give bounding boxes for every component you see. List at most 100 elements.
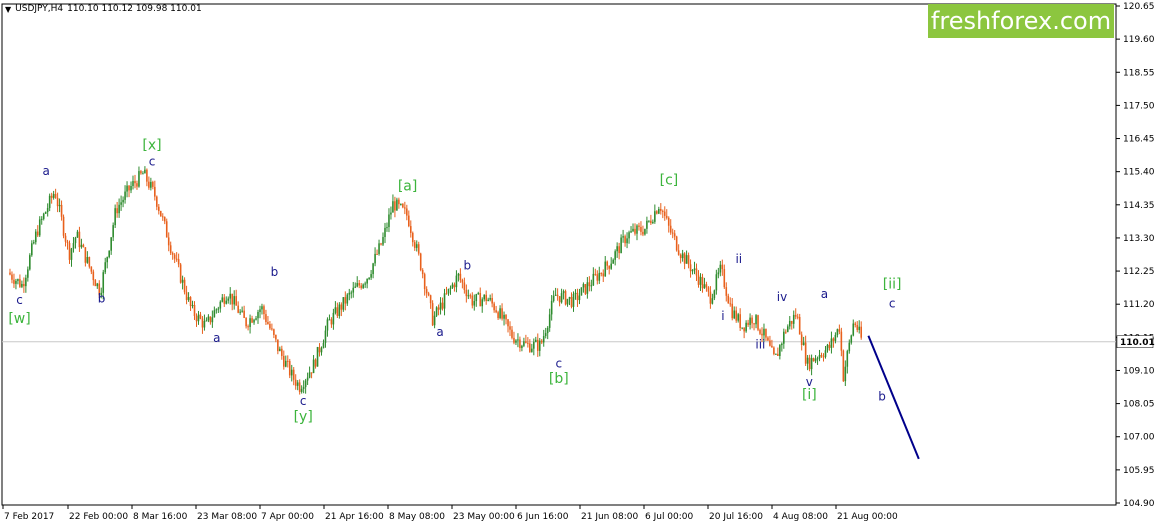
candle-body [820,354,823,357]
candle-body [533,341,535,349]
candle-body [671,232,674,234]
candle-body [455,275,458,288]
candle-body [308,372,311,378]
candle-body [322,342,325,349]
candle-body [816,358,819,360]
candle-body [840,331,843,351]
wave-label: c [149,154,156,168]
candle-body [661,210,664,212]
candle-body [425,289,428,294]
candle-body [602,273,605,277]
candle-body [21,283,23,287]
candle-body [540,340,543,343]
candle-body [810,358,813,370]
candle-body [64,235,67,242]
candle-body [775,353,777,355]
candle-body [13,279,15,284]
candle-body [527,342,529,344]
candle-body [348,292,351,295]
candle-body [429,295,432,304]
candle-body [346,294,349,304]
y-tick-label: 109.10 [1123,366,1155,376]
x-tick-label: 22 Feb 00:00 [69,512,128,522]
candle-body [485,294,487,302]
candle-body [175,258,178,260]
candle-body [828,344,831,348]
candle-body [415,244,418,248]
candle-body [96,283,99,287]
candle-body [154,186,156,197]
candle-body [112,225,114,238]
candle-body [445,293,448,295]
candle-body [50,195,53,198]
candle-body [288,361,291,376]
candle-body [767,337,769,341]
candle-body [279,348,281,352]
candle-body [566,298,569,305]
candle-body [340,304,343,310]
candle-body [769,340,771,346]
candle-body [612,259,614,264]
candle-body [84,247,87,263]
candle-body [336,307,339,316]
candle-body [802,342,805,346]
candle-body [481,299,484,307]
candle-body [370,274,372,278]
candle-body [630,231,632,233]
candle-body [673,233,676,237]
candle-body [417,244,420,254]
candle-body [663,211,666,216]
candle-body [659,209,662,211]
candle-body [463,282,466,290]
candle-body [856,325,859,330]
candle-body [679,254,682,259]
candle-body [253,319,255,323]
candle-body [709,291,712,304]
candle-body [525,341,527,343]
candle-body [185,292,188,300]
candle-body [193,304,196,317]
candle-body [312,359,315,374]
candle-body [159,210,162,217]
candle-body [860,326,862,338]
candle-body [32,242,35,244]
candle-body [300,388,303,392]
candle-body [360,285,362,288]
candle-body [411,232,414,243]
candle-body [9,272,11,275]
candle-body [854,323,857,326]
candle-body [552,295,555,301]
candle-body [423,274,426,290]
candle-body [733,310,736,319]
candle-body [788,320,791,327]
candle-body [110,237,112,251]
price-chart[interactable]: 120.65 119.60 118.55 117.50 116.45 115.40 114.… [0,0,1155,527]
candle-body [134,181,136,184]
candle-body [284,360,287,367]
candle-body [521,345,523,348]
candle-body [493,303,495,311]
candle-body [699,276,702,285]
candle-body [606,261,609,266]
collapse-triangle-icon[interactable]: ▼ [5,5,11,14]
candle-body [277,339,279,352]
candle-body [798,316,801,335]
candle-body [554,294,557,296]
candle-body [564,291,567,305]
wave-label: [a] [398,179,418,195]
candle-body [604,261,607,277]
candle-body [594,273,597,275]
candle-body [136,183,138,187]
candle-body [229,293,232,299]
candle-body [187,297,190,300]
candle-body [68,243,71,260]
candle-body [152,181,154,187]
candle-body [90,266,93,272]
candle-body [437,307,440,310]
candle-body [106,257,109,263]
candle-body [292,369,295,380]
candle-body [265,314,267,322]
candle-body [156,196,158,207]
candle-body [735,310,737,321]
candle-body [406,208,408,216]
